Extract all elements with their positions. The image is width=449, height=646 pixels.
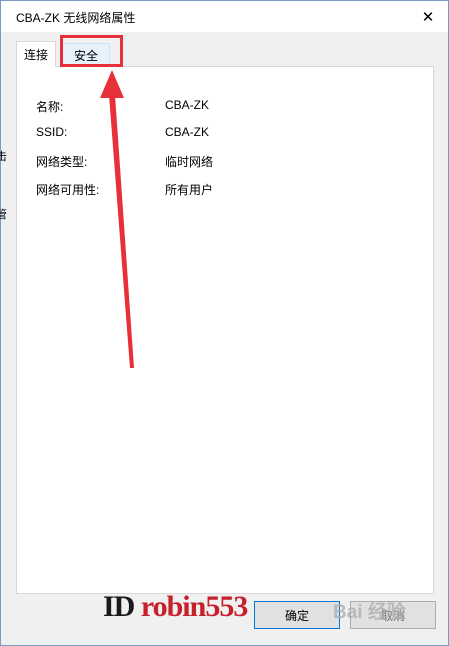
property-value: 所有用户 [165, 183, 214, 197]
property-label: 网络类型: [36, 155, 88, 169]
property-row-name: 名称: CBA-ZK [17, 98, 433, 116]
annotation-highlight-box [60, 35, 123, 67]
property-label: 网络可用性: [36, 183, 100, 197]
properties-dialog: CBA-ZK 无线网络属性 ✕ 连接 安全 名称: CBA-ZK SSID: C… [0, 0, 449, 646]
property-row-ssid: SSID: CBA-ZK [17, 125, 433, 143]
title-bar[interactable]: CBA-ZK 无线网络属性 ✕ [1, 1, 448, 32]
tab-connection-label: 连接 [23, 48, 48, 62]
background-window-fragment: 管 [0, 209, 7, 221]
property-value: CBA-ZK [165, 125, 210, 139]
property-row-network-type: 网络类型: 临时网络 [17, 153, 433, 171]
window-title: CBA-ZK 无线网络属性 [16, 11, 136, 25]
close-icon: ✕ [421, 8, 435, 26]
ok-button-label: 确定 [284, 608, 309, 623]
property-label: SSID: [36, 125, 68, 139]
tab-connection[interactable]: 连接 [16, 41, 56, 67]
watermark-id: ID robin553 [103, 590, 248, 623]
close-button[interactable]: ✕ [408, 1, 448, 32]
property-value: CBA-ZK [165, 98, 210, 112]
watermark-site-logo: Bai 经验 [333, 602, 406, 623]
property-label: 名称: [36, 100, 64, 114]
property-value: 临时网络 [165, 155, 214, 169]
background-window-fragment: 击 [0, 151, 7, 163]
property-row-availability: 网络可用性: 所有用户 [17, 181, 433, 199]
connection-panel: 名称: CBA-ZK SSID: CBA-ZK 网络类型: 临时网络 网络可用性… [16, 66, 434, 594]
ok-button[interactable]: 确定 [254, 601, 340, 629]
